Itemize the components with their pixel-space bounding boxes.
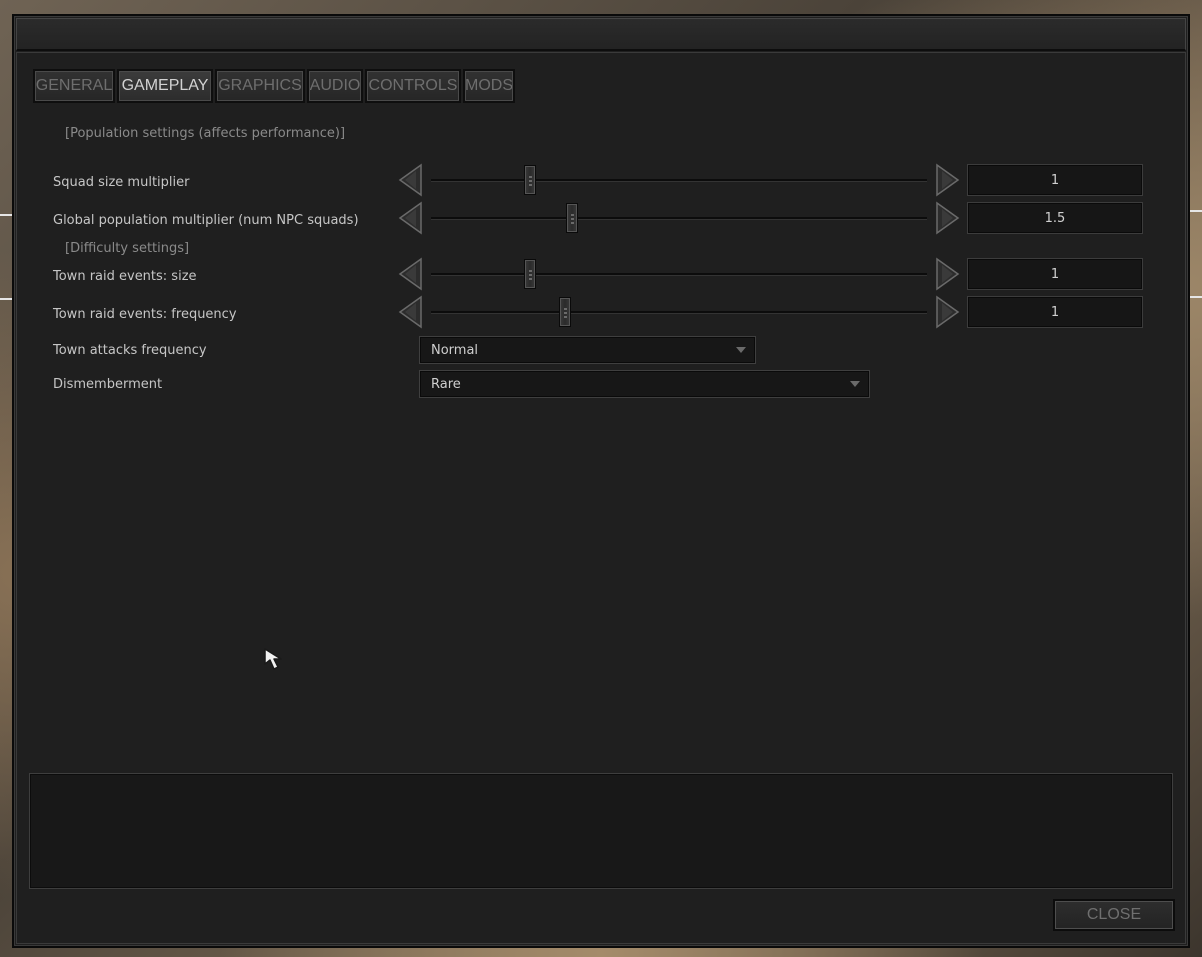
slider-value-field[interactable]: 1 [967,258,1143,290]
town-raid-size-slider: 1 [397,257,1145,291]
options-window: GENERAL GAMEPLAY GRAPHICS AUDIO CONTROLS… [12,14,1190,948]
section-header-population: [Population settings (affects performanc… [65,126,346,141]
options-content: GENERAL GAMEPLAY GRAPHICS AUDIO CONTROLS… [16,52,1186,944]
town-raid-size-label: Town raid events: size [53,269,197,284]
mouse-cursor-icon [264,648,282,670]
slider-track[interactable] [431,217,927,219]
window-titlebar[interactable] [16,18,1186,51]
slider-value-field[interactable]: 1 [967,164,1143,196]
increase-arrow-icon[interactable] [935,257,961,291]
slider-track[interactable] [431,179,927,181]
decrease-arrow-icon[interactable] [397,295,423,329]
town-attacks-frequency-label: Town attacks frequency [53,343,207,358]
global-population-slider: 1.5 [397,201,1145,235]
slider-value-field[interactable]: 1.5 [967,202,1143,234]
tab-gameplay[interactable]: GAMEPLAY [117,69,213,103]
slider-thumb[interactable] [524,165,537,195]
slider-thumb[interactable] [558,297,571,327]
increase-arrow-icon[interactable] [935,295,961,329]
decrease-arrow-icon[interactable] [397,257,423,291]
tab-bar: GENERAL GAMEPLAY GRAPHICS AUDIO CONTROLS… [33,69,515,103]
section-header-difficulty: [Difficulty settings] [65,241,190,256]
slider-track[interactable] [431,311,927,313]
slider-thumb[interactable] [524,259,537,289]
town-attacks-frequency-dropdown[interactable]: Normal [419,336,756,364]
background-line-left [0,298,12,300]
chevron-down-icon [736,347,746,353]
slider-value-field[interactable]: 1 [967,296,1143,328]
chevron-down-icon [850,381,860,387]
background-line-left [0,214,12,216]
tab-mods[interactable]: MODS [463,69,515,103]
slider-thumb[interactable] [566,203,579,233]
slider-track[interactable] [431,273,927,275]
dropdown-value: Normal [431,342,479,358]
close-button[interactable]: CLOSE [1053,899,1175,931]
dismemberment-dropdown[interactable]: Rare [419,370,870,398]
background-line-right [1188,296,1202,298]
increase-arrow-icon[interactable] [935,163,961,197]
tab-general[interactable]: GENERAL [33,69,115,103]
tab-audio[interactable]: AUDIO [307,69,363,103]
tab-controls[interactable]: CONTROLS [365,69,461,103]
tab-graphics[interactable]: GRAPHICS [215,69,305,103]
squad-size-slider: 1 [397,163,1145,197]
decrease-arrow-icon[interactable] [397,163,423,197]
town-raid-frequency-label: Town raid events: frequency [53,307,237,322]
increase-arrow-icon[interactable] [935,201,961,235]
dismemberment-label: Dismemberment [53,377,163,392]
global-population-label: Global population multiplier (num NPC sq… [53,213,359,228]
background-line-right [1188,210,1202,212]
squad-size-label: Squad size multiplier [53,175,190,190]
dropdown-value: Rare [431,376,461,392]
decrease-arrow-icon[interactable] [397,201,423,235]
description-panel [29,773,1173,889]
town-raid-frequency-slider: 1 [397,295,1145,329]
